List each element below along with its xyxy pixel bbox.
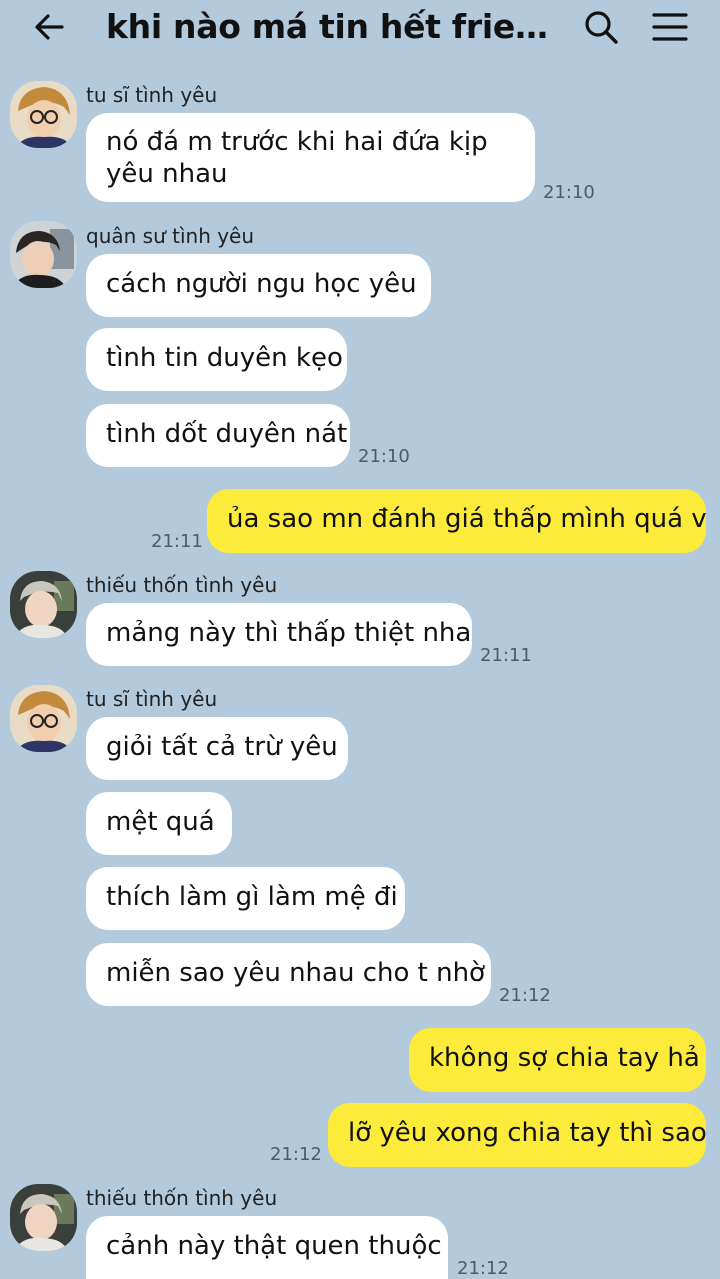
message-bubble[interactable]: mảng này thì thấp thiệt nha bbox=[86, 603, 472, 666]
message-time: 21:10 bbox=[358, 446, 410, 467]
chat-header: khi nào má tin hết friendzo... bbox=[0, 0, 720, 54]
message-time: 21:12 bbox=[499, 985, 551, 1006]
message-bubble[interactable]: tình tin duyên kẹo bbox=[86, 328, 347, 391]
message-bubble[interactable]: giỏi tất cả trừ yêu bbox=[86, 717, 348, 780]
sender-name: tu sĩ tình yêu bbox=[86, 83, 218, 107]
message-time: 21:10 bbox=[543, 182, 595, 203]
message-bubble[interactable]: không sợ chia tay hả bbox=[409, 1028, 706, 1092]
message-bubble[interactable]: tình dốt duyên nát bbox=[86, 404, 350, 467]
message-bubble[interactable]: cảnh này thật quen thuộc bbox=[86, 1216, 448, 1279]
message-time: 21:12 bbox=[270, 1144, 322, 1165]
sender-name: thiếu thốn tình yêu bbox=[86, 1186, 278, 1210]
menu-icon[interactable] bbox=[650, 10, 690, 44]
avatar[interactable] bbox=[10, 81, 77, 148]
message-bubble[interactable]: mệt quá bbox=[86, 792, 232, 855]
message-time: 21:11 bbox=[151, 531, 203, 552]
message-bubble[interactable]: miễn sao yêu nhau cho t nhờ bbox=[86, 943, 491, 1006]
message-bubble[interactable]: nó đá m trước khi hai đứa kịp yêu nhau bbox=[86, 113, 535, 202]
message-time: 21:12 bbox=[457, 1258, 509, 1279]
back-arrow-icon[interactable] bbox=[32, 9, 68, 45]
sender-name: tu sĩ tình yêu bbox=[86, 687, 218, 711]
sender-name: quân sư tình yêu bbox=[86, 224, 255, 248]
avatar[interactable] bbox=[10, 221, 77, 288]
message-bubble[interactable]: thích làm gì làm mệ đi bbox=[86, 867, 405, 930]
avatar[interactable] bbox=[10, 685, 77, 752]
chat-title: khi nào má tin hết friendzo... bbox=[106, 8, 551, 46]
message-bubble[interactable]: cách người ngu học yêu bbox=[86, 254, 431, 317]
message-time: 21:11 bbox=[480, 645, 532, 666]
search-icon[interactable] bbox=[582, 8, 620, 46]
avatar[interactable] bbox=[10, 1184, 77, 1251]
message-bubble[interactable]: ủa sao mn đánh giá thấp mình quá v bbox=[207, 489, 707, 553]
message-bubble[interactable]: lỡ yêu xong chia tay thì sao bbox=[328, 1103, 707, 1167]
sender-name: thiếu thốn tình yêu bbox=[86, 573, 278, 597]
avatar[interactable] bbox=[10, 571, 77, 638]
